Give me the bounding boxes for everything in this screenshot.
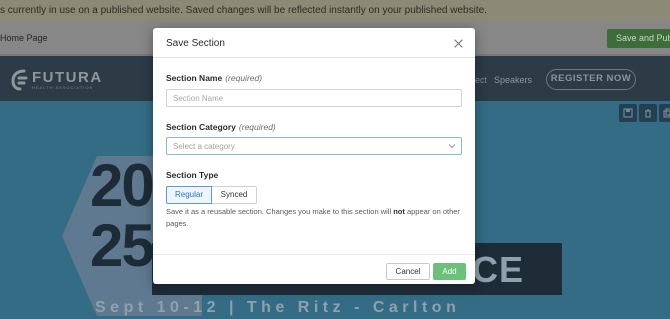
published-website-notice: s currently in use on a published websit… [0,0,670,21]
regular-option[interactable]: Regular [166,186,212,204]
save-and-publish-button[interactable]: Save and Publi [607,29,670,48]
hero-year-top: 20 [90,152,155,219]
close-button[interactable] [451,36,465,50]
register-now-button[interactable]: REGISTER NOW [546,69,636,90]
section-type-toggle: Regular Synced [166,186,257,204]
site-logo[interactable]: FUTURA HEALTH ASSOCIATION [10,68,110,94]
save-section-dialog: Save Section Section Name (required) Sect… [153,28,475,284]
chevron-down-icon [448,144,456,149]
dialog-title: Save Section [166,38,225,49]
section-type-label-text: Section Type [166,170,219,180]
section-category-select[interactable]: Select a category [166,137,462,155]
section-name-label: Section Name (required) [166,73,262,83]
section-type-help: Save it as a reusable section. Changes y… [166,206,462,230]
nav-item-project[interactable]: ect [475,75,487,85]
section-type-label: Section Type [166,170,218,180]
help-text-start: Save it as a reusable section. Changes y… [166,207,394,216]
trash-icon[interactable] [639,104,657,122]
dialog-footer: Cancel Add [153,254,475,284]
logo-name: FUTURA [32,69,103,86]
section-name-input[interactable] [166,89,462,107]
logo-subtitle: HEALTH ASSOCIATION [32,85,94,90]
save-icon[interactable] [619,104,637,122]
futura-logo-icon [11,69,28,91]
help-text-emphasis: not [393,207,405,216]
section-name-label-text: Section Name [166,73,223,83]
nav-item-speakers[interactable]: Speakers [494,75,532,85]
copy-icon[interactable] [659,104,670,122]
section-category-label-text: Section Category [166,122,236,132]
dialog-header: Save Section [153,28,475,58]
notice-text: s currently in use on a published websit… [0,5,487,16]
current-page-name[interactable]: Home Page [0,33,48,43]
category-placeholder: Select a category [173,142,235,151]
required-indicator: (required) [225,73,263,83]
section-toolbar [619,104,670,122]
add-button[interactable]: Add [433,263,466,280]
event-date-venue: Sept 10-12 | The Ritz - Carlton [95,299,461,316]
synced-option[interactable]: Synced [212,186,257,204]
conference-heading: CE [472,249,525,290]
close-icon [453,38,463,48]
required-indicator: (required) [238,122,276,132]
hero-year-bottom: 25 [90,212,155,279]
cancel-button[interactable]: Cancel [386,263,430,280]
section-category-label: Section Category (required) [166,122,276,132]
